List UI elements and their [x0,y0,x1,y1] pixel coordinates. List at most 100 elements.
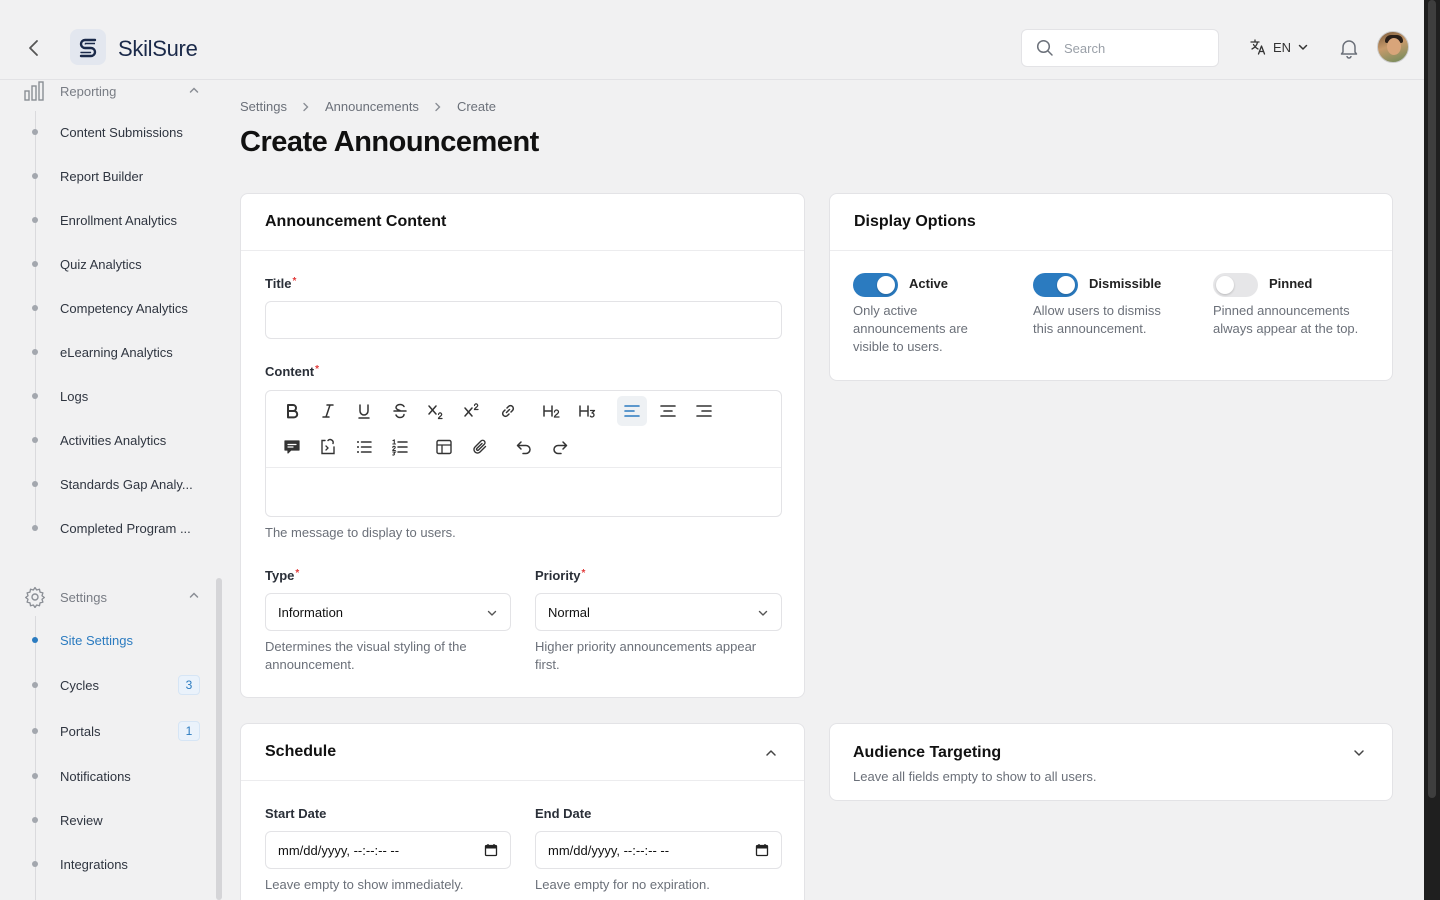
sidebar-section-settings[interactable]: Settings [24,586,200,608]
italic-icon[interactable] [313,396,343,426]
superscript-icon[interactable] [457,396,487,426]
required-asterisk: * [315,364,320,375]
heading-3-icon[interactable] [573,396,603,426]
comment-icon[interactable] [277,432,307,462]
bullet-dot-icon [32,481,38,487]
required-asterisk: * [292,276,297,287]
brand-logo-icon[interactable] [70,29,106,65]
bullet-dot-icon [32,129,38,135]
chevron-down-icon [487,610,497,616]
sidebar-scrollbar[interactable] [216,578,222,900]
code-block-icon[interactable] [313,432,343,462]
chevron-up-icon[interactable] [188,84,200,96]
pinned-toggle-label: Pinned [1269,276,1313,291]
sidebar-item-cycles[interactable]: Cycles 3 [32,675,202,695]
sidebar-item-notifications[interactable]: Notifications [32,766,202,786]
sidebar-item-label: Cycles [60,677,100,693]
attachment-icon[interactable] [465,432,495,462]
breadcrumb-announcements[interactable]: Announcements [325,99,419,114]
bullet-list-icon[interactable] [349,432,379,462]
bar-chart-icon [24,81,44,101]
sidebar-item-completed-program[interactable]: Completed Program ... [32,518,202,538]
sidebar-item-label: Integrations [60,856,128,872]
breadcrumb-create: Create [456,99,496,114]
chevron-right-icon [433,102,443,112]
bullet-dot-icon [32,817,38,823]
sidebar-item-enrollment-analytics[interactable]: Enrollment Analytics [32,210,202,230]
user-avatar[interactable] [1377,31,1409,63]
back-arrow-icon[interactable] [22,36,46,60]
bullet-dot-icon [32,682,38,688]
strikethrough-icon[interactable] [385,396,415,426]
bullet-dot-icon [32,217,38,223]
calendar-icon[interactable] [484,843,498,857]
chevron-right-icon [301,102,311,112]
card-title[interactable]: Schedule [241,724,804,781]
start-date-input[interactable]: mm/dd/yyyy, --:--:-- -- [265,831,511,869]
page-scrollbar-thumb[interactable] [1428,0,1436,798]
sidebar-item-label: Activities Analytics [60,432,167,448]
sidebar-item-review[interactable]: Review [32,810,202,830]
search-input[interactable] [1064,40,1204,56]
audience-targeting-card[interactable]: Audience Targeting Leave all fields empt… [829,723,1393,801]
bold-icon[interactable] [277,396,307,426]
priority-select[interactable]: Normal [535,593,782,631]
sidebar-item-activities-analytics[interactable]: Activities Analytics [32,430,202,450]
align-right-icon[interactable] [689,396,719,426]
bullet-dot-icon [32,728,38,734]
search-box[interactable] [1021,29,1219,67]
sidebar-item-label: Content Submissions [60,124,183,140]
page-title: Create Announcement [240,126,539,158]
type-select[interactable]: Information [265,593,511,631]
underline-icon[interactable] [349,396,379,426]
sidebar-section-reporting[interactable]: Reporting [24,81,200,101]
align-left-icon[interactable] [617,396,647,426]
pinned-toggle[interactable] [1213,273,1258,297]
priority-help-text: Higher priority announcements appear fir… [535,639,757,672]
redo-icon[interactable] [545,432,575,462]
sidebar-item-report-builder[interactable]: Report Builder [32,166,202,186]
pinned-help-text: Pinned announcements always appear at th… [1213,303,1359,336]
top-bar: SkilSure EN [0,0,1424,80]
language-selector[interactable]: EN [1249,38,1309,56]
heading-2-icon[interactable] [537,396,567,426]
link-icon[interactable] [493,396,523,426]
sidebar-item-portals[interactable]: Portals 1 [32,721,202,741]
active-toggle[interactable] [853,273,898,297]
align-center-icon[interactable] [653,396,683,426]
sidebar-item-label: Site Settings [60,632,133,648]
sidebar-item-standards-gap-analysis[interactable]: Standards Gap Analy... [32,474,202,494]
breadcrumb-settings[interactable]: Settings [240,99,287,114]
sidebar-item-elearning-analytics[interactable]: eLearning Analytics [32,342,202,362]
sidebar-item-logs[interactable]: Logs [32,386,202,406]
sidebar-item-site-settings[interactable]: Site Settings [32,630,202,650]
title-field[interactable] [265,301,782,339]
sidebar-item-label: Portals [60,723,101,739]
content-label: Content* [265,364,320,379]
sidebar-item-content-submissions[interactable]: Content Submissions [32,122,202,142]
card-title: Display Options [830,194,1392,251]
chevron-down-icon[interactable] [1352,746,1366,760]
sidebar-item-quiz-analytics[interactable]: Quiz Analytics [32,254,202,274]
title-input[interactable] [266,302,781,338]
content-editor-area[interactable] [266,467,781,517]
dismissible-toggle[interactable] [1033,273,1078,297]
subscript-icon[interactable] [421,396,451,426]
chevron-up-icon[interactable] [188,589,200,601]
notification-bell-icon[interactable] [1338,37,1360,59]
calendar-icon[interactable] [755,843,769,857]
search-icon [1036,39,1053,56]
start-date-label: Start Date [265,806,327,821]
rich-text-editor [265,390,782,517]
type-selected-value: Information [278,604,344,620]
undo-icon[interactable] [509,432,539,462]
table-icon[interactable] [429,432,459,462]
chevron-up-icon[interactable] [764,746,778,760]
sidebar-item-integrations[interactable]: Integrations [32,854,202,874]
sidebar-item-competency-analytics[interactable]: Competency Analytics [32,298,202,318]
numbered-list-icon[interactable] [385,432,415,462]
announcement-content-card: Announcement Content Title* Content* The… [240,193,805,698]
brand-name[interactable]: SkilSure [118,36,198,62]
end-date-input[interactable]: mm/dd/yyyy, --:--:-- -- [535,831,782,869]
sidebar-item-label: Logs [60,388,89,404]
